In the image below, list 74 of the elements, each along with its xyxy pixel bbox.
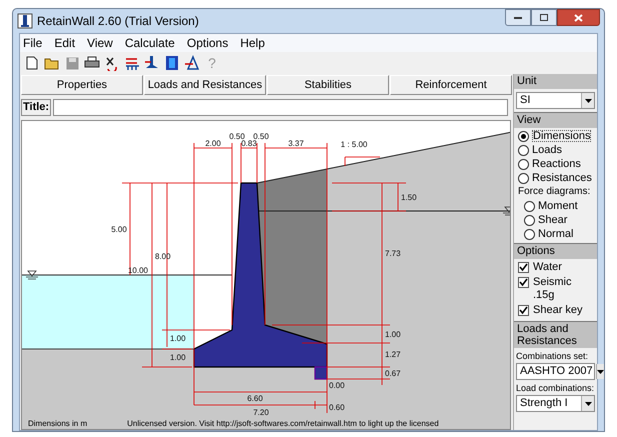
dimension-label: 3.37 <box>288 139 304 148</box>
dimension-label: 6.60 <box>247 394 263 403</box>
tab[interactable]: Loads and Resistances <box>144 75 266 95</box>
radio-button[interactable] <box>524 228 535 240</box>
dimension-label: 5.00 <box>111 225 127 234</box>
dimension-label: 1.00 <box>170 334 186 343</box>
water-level-icon <box>502 206 510 216</box>
panel-header: View <box>514 113 597 128</box>
combinations-set-label: Combinations set: <box>515 350 590 362</box>
dimension-label: 1 : 5.00 <box>340 140 368 149</box>
maximize-button[interactable] <box>531 9 557 26</box>
radio-label: Resistances <box>532 173 592 183</box>
dimension-label: 1.50 <box>401 193 417 202</box>
shear-key <box>314 366 328 380</box>
unit-dropdown[interactable]: SI <box>516 92 595 109</box>
radio-button[interactable] <box>524 200 535 212</box>
dimension-label: 7.20 <box>253 408 269 417</box>
checkbox-label: Shear key <box>533 303 583 318</box>
checkbox[interactable] <box>518 277 529 288</box>
dimension-label: 0.50 <box>229 132 245 141</box>
dimension-label: 0.60 <box>329 403 345 412</box>
window-title: RetainWall 2.60 (Trial Version) <box>37 13 200 30</box>
tab[interactable]: Stabilities <box>267 75 389 95</box>
tab[interactable]: Properties <box>21 75 143 95</box>
dimension-label: 2.00 <box>205 139 221 148</box>
seismic-coefficient: .15g <box>532 289 556 302</box>
dimension-label: 0.83 <box>241 139 257 148</box>
dimension-label: 0.00 <box>329 381 345 390</box>
menu-item[interactable]: Calculate <box>124 34 175 52</box>
load-combinations-dropdown[interactable]: Strength I <box>516 395 595 412</box>
radio-label: Reactions <box>532 159 581 169</box>
radio-label: Normal <box>538 229 574 239</box>
app-logo-icon <box>17 13 33 29</box>
radio-button[interactable] <box>518 144 529 156</box>
panel-header: Loads and Resistances <box>517 323 578 347</box>
dimension-label: 7.73 <box>385 249 401 258</box>
menu-item[interactable]: File <box>23 34 42 52</box>
checkbox-label: Water <box>533 260 562 276</box>
menu-item[interactable]: View <box>87 34 113 52</box>
menu-item[interactable]: Help <box>240 34 265 52</box>
radio-label: Dimensions <box>532 130 592 142</box>
title-label: Title: <box>21 98 52 116</box>
radio-button[interactable] <box>518 172 529 184</box>
dimension-label: 0.50 <box>253 132 269 141</box>
checkbox[interactable] <box>518 305 529 316</box>
radio-label: Shear <box>538 215 568 225</box>
units-status: Dimensions in m <box>28 419 88 429</box>
radio-label: Loads <box>532 145 562 155</box>
dimension-label: 1.00 <box>385 330 401 339</box>
radio-button[interactable] <box>518 130 529 142</box>
triangle-arrow-icon[interactable] <box>182 53 202 73</box>
checkbox-label: Seismic <box>533 275 572 290</box>
minimize-button[interactable] <box>505 9 531 26</box>
dimension-label: 0.67 <box>385 369 401 378</box>
panel-header: Unit <box>514 74 597 89</box>
load-combinations-label: Load combinations: <box>515 382 596 394</box>
license-notice: Unlicensed version. Visit http://jsoft-softwares.com/retainwall.htm to light up the licensed <box>127 419 439 429</box>
menu-item[interactable]: Edit <box>54 34 76 52</box>
menu-item[interactable]: Options <box>186 34 228 52</box>
dimension-label: 1.00 <box>170 353 186 362</box>
force-diagrams-label: Force diagrams: <box>518 186 592 198</box>
tab[interactable]: Reinforcement <box>390 75 512 95</box>
close-icon <box>574 14 583 22</box>
title-input-field[interactable] <box>53 98 508 116</box>
checkbox[interactable] <box>518 262 529 273</box>
radio-button[interactable] <box>524 214 535 226</box>
radio-label: Moment <box>538 201 578 211</box>
dimension-label: 1.27 <box>385 350 401 359</box>
caret-icon <box>581 396 594 411</box>
close-button[interactable] <box>557 9 600 26</box>
water-level-icon <box>26 270 38 280</box>
panel-header: Options <box>514 244 597 259</box>
radio-button[interactable] <box>518 158 529 170</box>
caret-icon <box>581 93 594 108</box>
